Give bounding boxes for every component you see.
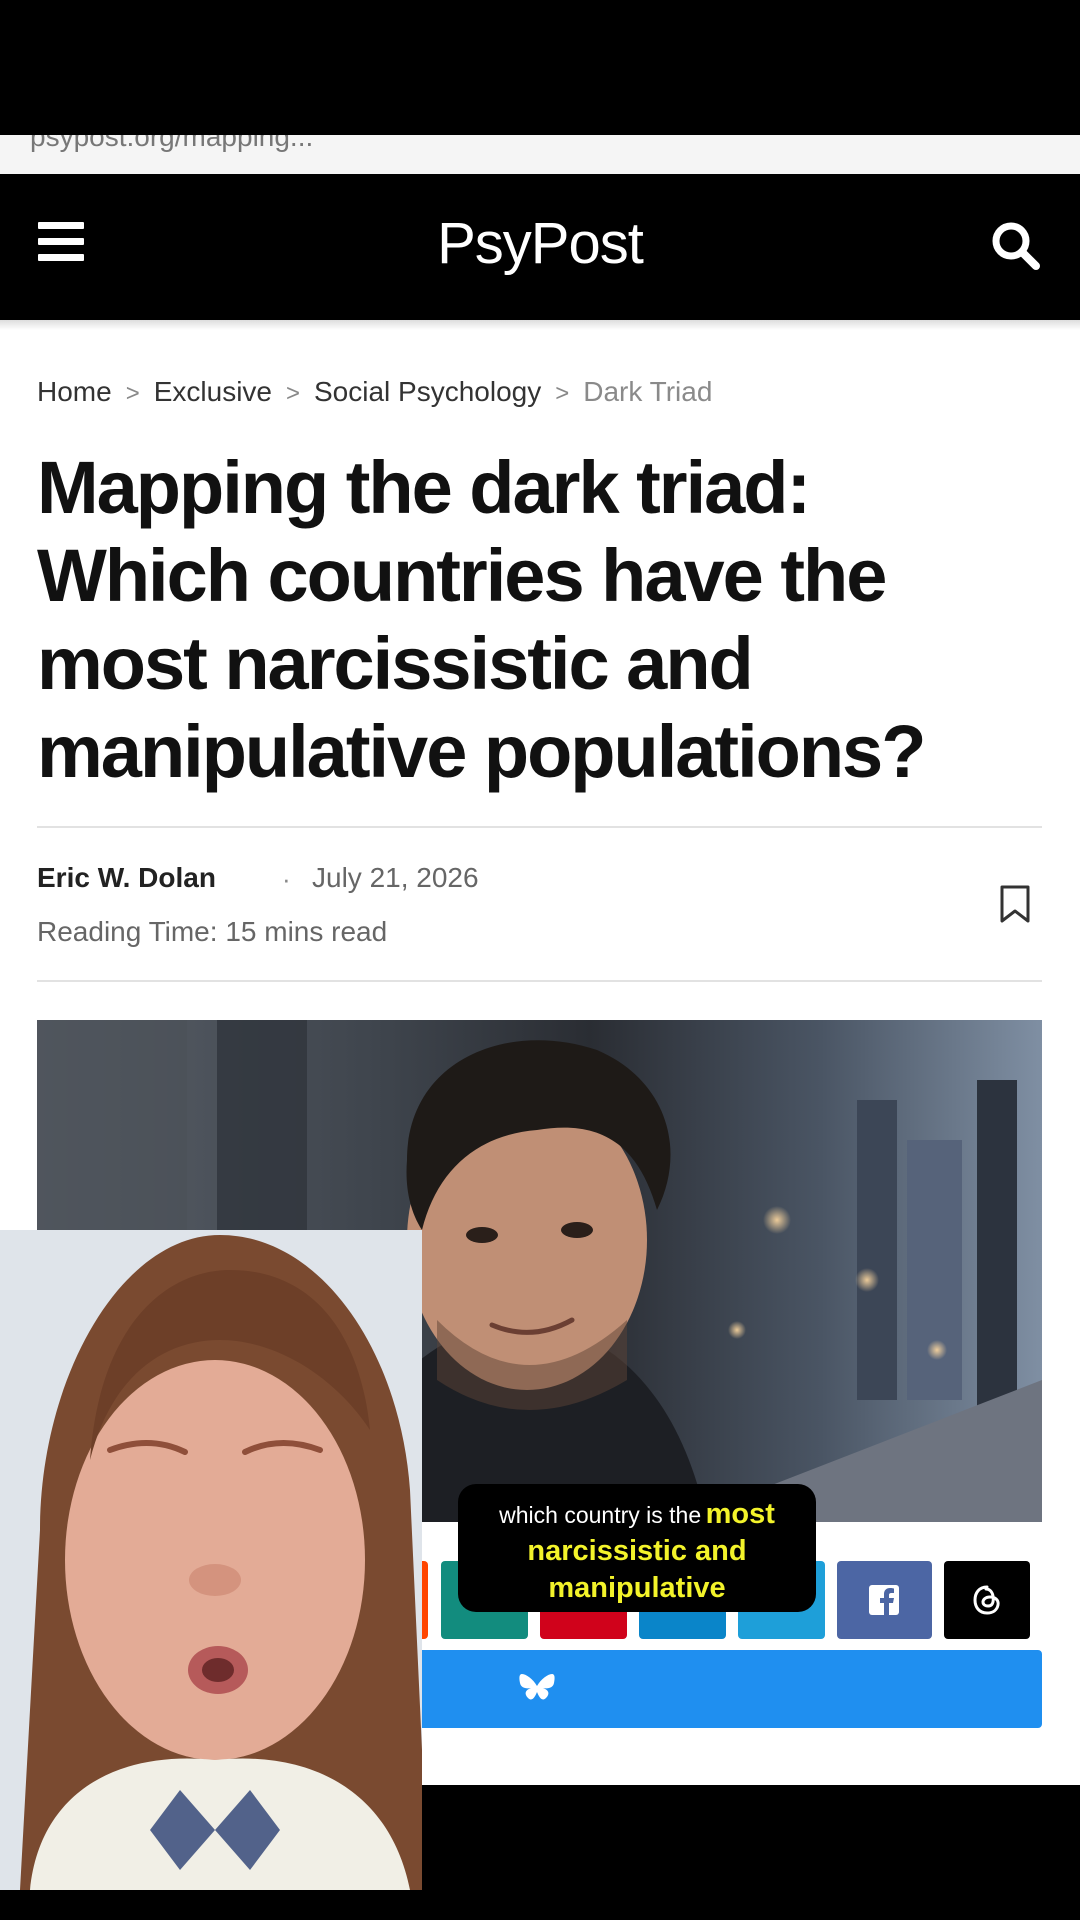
bluesky-icon bbox=[519, 1674, 555, 1700]
publish-date: July 21, 2026 bbox=[312, 862, 479, 893]
reading-time: Reading Time: 15 mins read bbox=[37, 916, 388, 947]
top-black-bar bbox=[0, 0, 1080, 135]
breadcrumb-separator: > bbox=[285, 380, 300, 407]
facebook-icon bbox=[869, 1585, 899, 1615]
share-threads-button[interactable] bbox=[944, 1561, 1030, 1639]
presenter-illustration bbox=[0, 1230, 422, 1890]
video-caption: which country is the most narcissistic a… bbox=[458, 1484, 816, 1612]
share-facebook-button[interactable] bbox=[837, 1561, 932, 1639]
breadcrumb-home[interactable]: Home bbox=[37, 376, 112, 407]
caption-plain: which country is the bbox=[499, 1502, 702, 1528]
divider bbox=[37, 980, 1042, 982]
caption-highlight: manipulative bbox=[548, 1572, 726, 1604]
breadcrumb-current: Dark Triad bbox=[583, 376, 713, 407]
url-strip: psypost.org/mapping... bbox=[0, 135, 1080, 174]
bottom-black-bar bbox=[422, 1785, 1080, 1920]
site-header: PsyPost bbox=[0, 174, 1080, 320]
article-title: Mapping the dark triad: Which countries … bbox=[37, 446, 926, 793]
author-name[interactable]: Eric W. Dolan bbox=[37, 862, 216, 894]
meta-dot: · bbox=[282, 864, 291, 894]
video-presenter bbox=[0, 1230, 422, 1890]
header-shadow bbox=[0, 320, 1080, 330]
breadcrumb: Home > Exclusive > Social Psychology > Dark Tr… bbox=[37, 376, 712, 408]
divider bbox=[37, 826, 1042, 828]
breadcrumb-social-psychology[interactable]: Social Psychology bbox=[314, 376, 541, 407]
caption-highlight: most bbox=[705, 1498, 775, 1530]
breadcrumb-separator: > bbox=[125, 380, 140, 407]
breadcrumb-exclusive[interactable]: Exclusive bbox=[154, 376, 272, 407]
url-fragment: psypost.org/mapping... bbox=[30, 135, 314, 152]
threads-icon bbox=[973, 1585, 1000, 1615]
search-icon[interactable] bbox=[990, 220, 1042, 272]
caption-highlight: narcissistic and bbox=[527, 1535, 747, 1567]
bookmark-icon[interactable] bbox=[998, 884, 1032, 924]
breadcrumb-separator: > bbox=[555, 380, 570, 407]
site-logo[interactable]: PsyPost bbox=[0, 210, 1080, 277]
